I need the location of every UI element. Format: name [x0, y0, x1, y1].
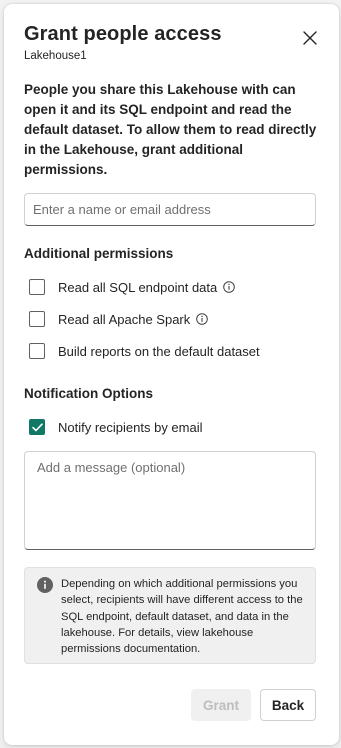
permission-label: Read all Apache Spark: [58, 311, 191, 327]
permission-build-reports[interactable]: Build reports on the default dataset: [29, 341, 260, 361]
checkbox[interactable]: [29, 311, 45, 327]
close-icon: [303, 31, 317, 45]
close-button[interactable]: [298, 26, 322, 50]
item-name: Lakehouse1: [24, 50, 87, 62]
back-button[interactable]: Back: [260, 689, 316, 721]
people-search-input[interactable]: [24, 193, 316, 226]
permission-label: Build reports on the default dataset: [58, 343, 260, 359]
grant-access-dialog: Grant people access Lakehouse1 People yo…: [4, 4, 339, 745]
grant-button[interactable]: Grant: [191, 689, 251, 721]
info-icon[interactable]: [196, 313, 209, 325]
dialog-title: Grant people access: [24, 23, 222, 45]
permission-apache-spark[interactable]: Read all Apache Spark: [29, 309, 209, 329]
notification-options-heading: Notification Options: [24, 386, 153, 401]
permission-label: Read all SQL endpoint data: [58, 279, 218, 295]
info-notice: Depending on which additional permission…: [24, 567, 316, 664]
checkbox[interactable]: [29, 279, 45, 295]
permission-sql-endpoint[interactable]: Read all SQL endpoint data: [29, 277, 236, 297]
additional-permissions-heading: Additional permissions: [24, 246, 174, 261]
checkbox-checked[interactable]: [29, 419, 45, 435]
notify-label: Notify recipients by email: [58, 419, 203, 435]
notice-text: Depending on which additional permission…: [61, 578, 303, 656]
message-textarea[interactable]: [24, 451, 316, 550]
info-filled-icon: [37, 577, 53, 593]
notify-by-email-option[interactable]: Notify recipients by email: [29, 417, 203, 437]
info-icon[interactable]: [223, 281, 236, 293]
checkmark-icon: [31, 422, 43, 431]
checkbox[interactable]: [29, 343, 45, 359]
dialog-description: People you share this Lakehouse with can…: [24, 82, 317, 177]
